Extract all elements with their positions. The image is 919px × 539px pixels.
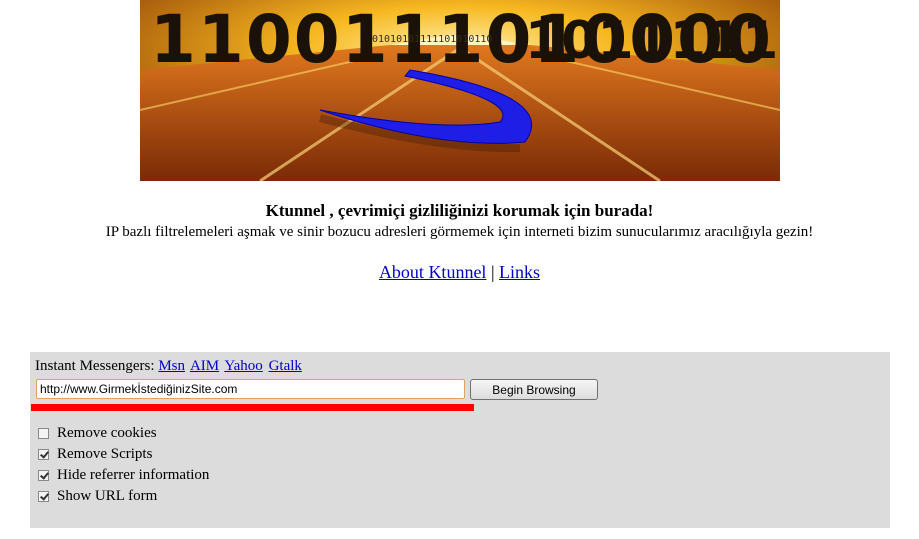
option-label: Remove cookies bbox=[57, 424, 157, 441]
nav-links: About Ktunnel | Links bbox=[0, 262, 919, 283]
banner-digits-tunnel: 01010101111101010110 bbox=[372, 34, 492, 45]
links-link[interactable]: Links bbox=[499, 262, 540, 282]
remove-scripts-checkbox[interactable] bbox=[38, 448, 49, 460]
option-show-url-form[interactable]: Show URL form bbox=[38, 486, 157, 506]
highlight-underline bbox=[31, 404, 474, 411]
msn-link[interactable]: Msn bbox=[158, 358, 185, 374]
subtitle: IP bazlı filtrelemeleri aşmak ve sinir b… bbox=[105, 224, 814, 240]
tunnel-banner-image: 1100111010000101 10111111000111010 01010… bbox=[140, 0, 780, 181]
gtalk-link[interactable]: Gtalk bbox=[269, 358, 302, 374]
yahoo-link[interactable]: Yahoo bbox=[224, 358, 263, 374]
im-label: Instant Messengers: bbox=[35, 358, 155, 374]
url-input[interactable] bbox=[36, 379, 465, 399]
show-url-form-checkbox[interactable] bbox=[38, 490, 49, 502]
about-link[interactable]: About Ktunnel bbox=[379, 262, 487, 282]
option-label: Hide referrer information bbox=[57, 466, 210, 483]
hide-referrer-checkbox[interactable] bbox=[38, 469, 49, 481]
option-label: Show URL form bbox=[57, 487, 158, 504]
option-remove-scripts[interactable]: Remove Scripts bbox=[38, 444, 152, 464]
headline: Ktunnel , çevrimiçi gizliliğinizi koruma… bbox=[265, 201, 654, 220]
banner-digits-mid: 10111111000111010 bbox=[525, 11, 780, 71]
nav-separator: | bbox=[490, 262, 495, 282]
option-hide-referrer[interactable]: Hide referrer information bbox=[38, 465, 209, 485]
aim-link[interactable]: AIM bbox=[190, 358, 219, 374]
option-remove-cookies[interactable]: Remove cookies bbox=[38, 423, 157, 443]
begin-browsing-button[interactable]: Begin Browsing bbox=[470, 379, 598, 400]
remove-cookies-checkbox[interactable] bbox=[38, 427, 49, 439]
option-label: Remove Scripts bbox=[57, 445, 153, 462]
instant-messengers-row: Instant Messengers: Msn AIM Yahoo Gtalk bbox=[35, 358, 304, 375]
browse-panel: Instant Messengers: Msn AIM Yahoo Gtalk … bbox=[30, 352, 890, 528]
